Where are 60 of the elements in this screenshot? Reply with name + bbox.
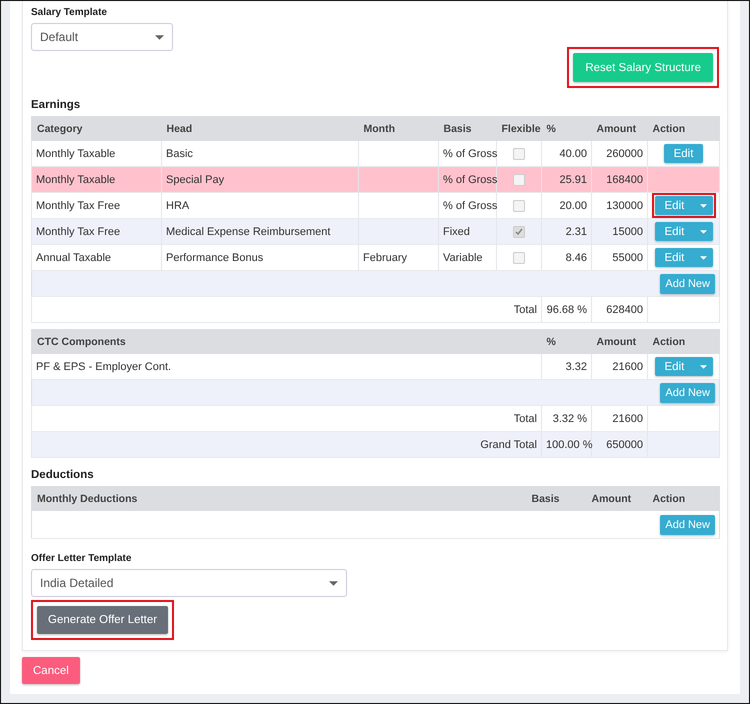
table-cell: Grand Total <box>32 432 542 458</box>
edit-dropdown-button[interactable]: Edit <box>654 357 712 376</box>
column-header: Basis <box>526 486 586 511</box>
caret-icon <box>155 34 164 40</box>
caret-icon <box>329 580 338 586</box>
table-cell: 168400 <box>592 166 648 192</box>
dropdown[interactable]: Default <box>31 23 173 51</box>
table-cell: Medical Expense Reimbursement <box>162 218 358 244</box>
generate-offer-letter-button[interactable]: Generate Offer Letter <box>37 606 168 634</box>
add-new-button[interactable]: Add New <box>660 274 715 294</box>
column-header: CTC Components <box>32 330 542 354</box>
reset-button[interactable]: Reset Salary Structure <box>573 53 713 82</box>
table-cell: 628400 <box>592 296 648 322</box>
column-header: Basis <box>438 116 496 141</box>
edit-button[interactable]: Edit <box>664 144 704 163</box>
column-header: Head <box>162 116 358 141</box>
column-header: Month <box>358 116 438 141</box>
column-header: Amount <box>592 116 648 141</box>
add-new-button[interactable]: Add New <box>660 382 715 402</box>
checkbox[interactable] <box>513 148 525 160</box>
edit-dropdown-button[interactable]: Edit <box>654 222 712 241</box>
column-header: % <box>542 330 592 354</box>
add-new-button[interactable]: Add New <box>660 514 715 534</box>
cancel-button[interactable]: Cancel <box>22 657 80 684</box>
section-heading: Deductions <box>31 469 95 481</box>
field-label: Offer Letter Template <box>31 553 132 564</box>
checkbox[interactable] <box>513 174 525 186</box>
checkbox[interactable] <box>513 200 525 212</box>
edit-dropdown-button[interactable]: Edit <box>654 248 712 267</box>
table-cell: 650000 <box>592 432 648 458</box>
table-cell: % of Gross <box>438 166 496 192</box>
edit-dropdown-button[interactable]: Edit <box>654 196 712 215</box>
table-cell: Total <box>32 296 542 322</box>
table-cell: 15000 <box>592 218 648 244</box>
table-cell: 96.68 % <box>542 296 592 322</box>
field-label: Salary Template <box>31 7 108 18</box>
caret-icon <box>700 230 706 234</box>
checkbox[interactable] <box>513 252 525 264</box>
caret-icon <box>700 256 706 260</box>
column-header: Action <box>648 486 720 511</box>
dropdown[interactable]: India Detailed <box>31 569 347 597</box>
column-header: Action <box>648 116 720 141</box>
table-cell: Monthly Tax Free <box>32 218 162 244</box>
caret-icon <box>700 204 706 208</box>
table-cell: 25.91 <box>542 166 592 192</box>
checkbox[interactable] <box>513 226 525 238</box>
table-cell: 100.00 % <box>542 432 592 458</box>
caret-icon <box>700 364 706 368</box>
column-header: % <box>542 116 592 141</box>
column-header: Flexible <box>496 116 542 141</box>
column-header: Action <box>648 330 720 354</box>
table-cell: Special Pay <box>162 166 358 192</box>
table-cell: Fixed <box>438 218 496 244</box>
section-heading: Earnings <box>31 99 82 111</box>
table-cell: Monthly Taxable <box>32 166 162 192</box>
column-header: Category <box>32 116 162 141</box>
column-header: Monthly Deductions <box>32 486 526 511</box>
column-header: Amount <box>586 486 648 511</box>
column-header: Amount <box>592 330 648 354</box>
table-cell: 2.31 <box>542 218 592 244</box>
